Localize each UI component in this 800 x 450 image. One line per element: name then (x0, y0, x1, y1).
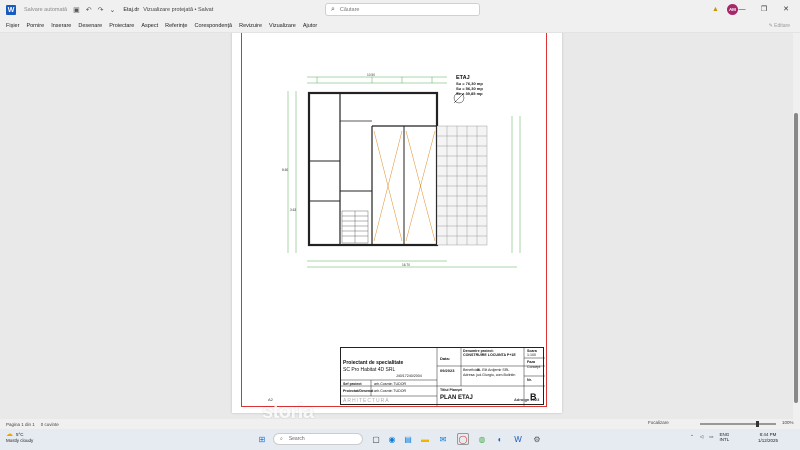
zoom-level[interactable]: 100% (782, 420, 794, 425)
redo-icon[interactable]: ↷ (98, 6, 104, 14)
taskbar-search-icon: ⌕ (280, 436, 283, 442)
sheet-number-label: Nr. (527, 378, 532, 382)
task-view-icon[interactable]: ▢ (370, 433, 382, 445)
scrollbar-thumb[interactable] (794, 113, 798, 403)
ribbon-menu: Fișier Pornire Inserare Desenare Proiect… (0, 20, 800, 33)
word-app-icon: W (6, 5, 16, 15)
vertical-scrollbar[interactable] (793, 33, 800, 419)
system-tray: ⌃ ◁ ▭ ENG INTL (690, 432, 729, 442)
start-icon[interactable]: ⊞ (256, 433, 268, 445)
weather-icon: ☁ (6, 431, 13, 438)
address: Adresa: jud.Giurgiu, com.Bolintin (463, 373, 516, 377)
mail-icon[interactable]: ✉ (437, 433, 449, 445)
undo-icon[interactable]: ↶ (86, 6, 92, 14)
search-input[interactable]: ⌕ Căutare (325, 3, 480, 16)
zoom-slider[interactable] (700, 423, 776, 425)
focus-mode-button[interactable]: Focalizare (648, 420, 669, 425)
menu-insert[interactable]: Inserare (51, 23, 71, 29)
date-label: Data: (440, 356, 451, 361)
taskbar-search[interactable]: ⌕ Search (273, 433, 363, 445)
menu-home[interactable]: Pornire (26, 23, 44, 29)
network-icon[interactable]: ▭ (709, 434, 713, 440)
page-count[interactable]: Pagina 1 din 1 (6, 422, 35, 427)
date-value: 09/2023 (440, 368, 455, 373)
menu-design[interactable]: Proiectare (109, 23, 134, 29)
status-bar: Pagina 1 din 1 0 cuvinte Focalizare 100% (0, 419, 800, 429)
menu-help[interactable]: Ajutor (303, 23, 317, 29)
speaker-icon[interactable]: ◁ (700, 434, 703, 440)
floor-plan-drawing: ETAJ Su = 76,30 mp Su = 56,30 mp Sc = 39… (282, 73, 521, 268)
search-placeholder: Căutare (339, 6, 360, 13)
chrome-icon[interactable]: ◍ (476, 433, 488, 445)
save-icon[interactable]: ▣ (73, 6, 80, 14)
minimize-icon[interactable]: — (731, 6, 753, 13)
footer-date: Adroign 2023 (514, 397, 540, 402)
word-taskbar-icon[interactable]: W (512, 433, 524, 445)
editing-mode-button[interactable]: ✎ Editare (769, 23, 790, 29)
sheet-title: PLAN ETAJ (440, 395, 473, 401)
weather-widget[interactable]: ☁ 5°C Mostly cloudy (6, 431, 34, 444)
more-icon[interactable]: ⌄ (109, 6, 115, 14)
menu-file[interactable]: Fișier (6, 23, 19, 29)
language-indicator[interactable]: ENG INTL (720, 432, 730, 442)
dimension-total: 16.70 (402, 263, 410, 267)
sheet-title-label: Titlul Planșei (440, 388, 463, 392)
settings-icon[interactable]: ⚙ (531, 433, 543, 445)
designer-label: Proiectant de specialitate (343, 360, 404, 366)
area-sc: Sc = 39,85 mp (456, 91, 483, 96)
autosave-label[interactable]: Salvare automată (24, 7, 67, 13)
phase-label: Faza (527, 360, 535, 364)
close-icon[interactable]: ✕ (775, 5, 797, 13)
opera-icon[interactable]: ◯ (457, 433, 469, 445)
clock[interactable]: 8:44 PM 1/12/2025 (758, 432, 778, 444)
menu-draw[interactable]: Desenare (78, 23, 102, 29)
menu-mailings[interactable]: Corespondență (194, 23, 232, 29)
phase-value: Concept (527, 365, 541, 369)
teams-icon[interactable]: ◐ (494, 433, 506, 445)
chief-name: arh.Cosmin TUDOR (374, 382, 407, 386)
document-canvas[interactable]: ETAJ Su = 76,30 mp Su = 56,30 mp Sc = 39… (0, 33, 793, 419)
menu-layout[interactable]: Aspect (141, 23, 158, 29)
chief-label: Sef proiect (343, 382, 362, 386)
document-page: ETAJ Su = 76,30 mp Su = 56,30 mp Sc = 39… (232, 33, 562, 419)
menu-view[interactable]: Vizualizare (269, 23, 296, 29)
designed-by-label: Proiectat/Desenat (343, 389, 374, 393)
document-title: Etaj.dr (123, 7, 140, 13)
store-icon[interactable]: ▤ (402, 433, 414, 445)
edge-icon[interactable]: ◉ (386, 433, 398, 445)
dimension-top: 10.50 (367, 73, 375, 77)
storia-watermark: storia (262, 401, 314, 419)
designer-company: SC Pro Habitat 4D SRL (343, 367, 396, 373)
title-bar: W Salvare automată ▣ ↶ ↷ ⌄ Etaj.dr Vizua… (0, 0, 800, 20)
clock-date: 1/12/2025 (758, 438, 779, 443)
specialty-label: ARHITECTURA (343, 398, 390, 404)
menu-review[interactable]: Revizuire (239, 23, 262, 29)
taskbar-search-label: Search (288, 436, 305, 442)
maximize-icon[interactable]: ❐ (753, 5, 775, 13)
zoom-slider-knob[interactable] (756, 421, 759, 427)
language-secondary: INTL (719, 437, 730, 442)
registration-number: J40/17240/2004 (396, 374, 422, 378)
menu-references[interactable]: Referințe (165, 23, 187, 29)
word-count[interactable]: 0 cuvinte (41, 422, 59, 427)
project-name: CONSTRUIRE LOCUINTA P+1E (463, 353, 516, 357)
taskbar: ☁ 5°C Mostly cloudy ⊞ ⌕ Search ▢ ◉ ▤ ▬ ✉… (0, 429, 800, 450)
designed-by-name: arh.Cosmin TUDOR (374, 389, 407, 393)
weather-text: Mostly cloudy (6, 438, 34, 443)
chevron-up-icon[interactable]: ⌃ (690, 434, 694, 440)
scale-value: 1:100 (527, 353, 536, 357)
dimension-left-1: 8.60 (282, 168, 288, 172)
beneficiary: BL Elit Ardjemir SRL (477, 368, 510, 372)
file-explorer-icon[interactable]: ▬ (419, 433, 431, 445)
search-icon: ⌕ (331, 5, 335, 13)
view-state[interactable]: Vizualizare protejată • Salvat (143, 7, 213, 13)
dimension-left-2: 3.63 (290, 208, 296, 212)
warning-icon[interactable]: ▲ (712, 6, 719, 13)
